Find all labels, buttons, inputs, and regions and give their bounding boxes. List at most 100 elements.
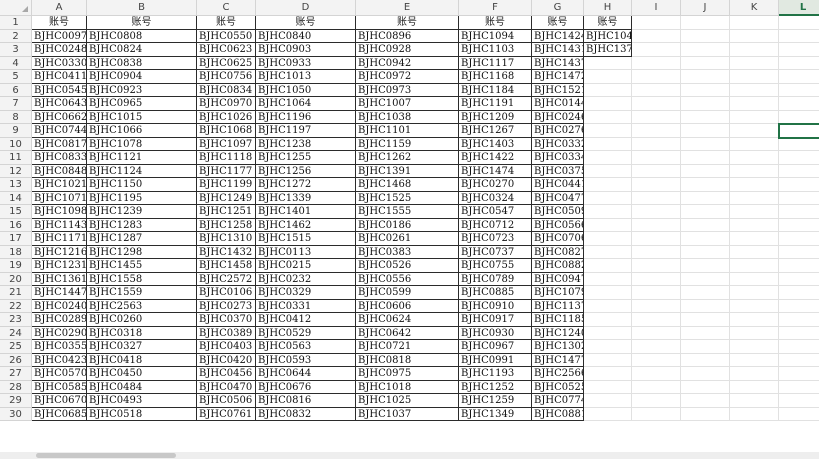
cell[interactable] [584,218,632,232]
cell[interactable] [584,299,632,313]
cell[interactable]: BJHC0848 [32,164,87,178]
cell[interactable]: BJHC0975 [356,367,459,381]
row-header-26[interactable]: 26 [0,353,32,367]
row-header-13[interactable]: 13 [0,178,32,192]
cell[interactable] [632,218,681,232]
cell[interactable]: BJHC0260 [87,313,197,327]
cell[interactable] [632,29,681,43]
cell[interactable]: BJHC1094 [459,29,532,43]
cell[interactable]: BJHC1339 [256,191,356,205]
cell[interactable]: BJHC0832 [256,407,356,421]
cell[interactable]: BJHC1199 [197,178,256,192]
cell[interactable]: BJHC0545 [32,83,87,97]
cell[interactable]: BJHC0965 [87,97,197,111]
cell[interactable] [584,380,632,394]
cell[interactable] [632,407,681,421]
cell[interactable] [632,43,681,57]
cell[interactable]: BJHC1184 [459,83,532,97]
cell[interactable]: BJHC0942 [356,56,459,70]
cell[interactable]: BJHC1018 [356,380,459,394]
cell[interactable]: BJHC0789 [459,272,532,286]
cell[interactable]: BJHC0370 [197,313,256,327]
cell[interactable] [632,353,681,367]
cell[interactable] [584,232,632,246]
cell[interactable]: BJHC1515 [256,232,356,246]
cell[interactable]: BJHC1437 [532,56,584,70]
cell[interactable] [779,219,819,232]
header-cell[interactable]: 账号 [32,16,87,30]
cell[interactable]: BJHC1159 [356,137,459,151]
column-header-d[interactable]: D [256,0,356,16]
cell[interactable]: BJHC1256 [256,164,356,178]
cell[interactable] [730,353,779,367]
cell[interactable]: BJHC1021 [32,178,87,192]
cell[interactable]: BJHC1026 [197,110,256,124]
cell[interactable]: BJHC1171 [32,232,87,246]
row-header-22[interactable]: 22 [0,299,32,313]
cell[interactable] [681,70,730,84]
cell[interactable] [779,70,819,84]
cell[interactable] [584,286,632,300]
cell[interactable]: BJHC1071 [32,191,87,205]
cell[interactable]: BJHC1191 [459,97,532,111]
cell[interactable] [681,16,730,30]
cell[interactable]: BJHC0383 [356,245,459,259]
cell[interactable]: BJHC0644 [256,367,356,381]
cell[interactable]: BJHC0418 [87,353,197,367]
cell[interactable]: BJHC0712 [459,218,532,232]
cell[interactable]: BJHC1403 [459,137,532,151]
cell[interactable] [632,326,681,340]
cell[interactable]: BJHC0550 [197,29,256,43]
cell[interactable] [779,259,819,273]
cell[interactable]: BJHC1117 [459,56,532,70]
cell[interactable] [632,367,681,381]
cell[interactable]: BJHC0585 [32,380,87,394]
scrollbar-thumb[interactable] [36,453,176,458]
cell[interactable]: BJHC0506 [197,394,256,408]
row-header-12[interactable]: 12 [0,164,32,178]
header-cell[interactable]: 账号 [459,16,532,30]
row-header-11[interactable]: 11 [0,151,32,165]
cell[interactable]: BJHC1079 [532,286,584,300]
column-header-k[interactable]: K [730,0,779,16]
cell[interactable]: BJHC0420 [197,353,256,367]
cell[interactable]: BJHC0331 [256,299,356,313]
cell[interactable] [681,97,730,111]
cell[interactable]: BJHC1240 [532,326,584,340]
row-header-1[interactable]: 1 [0,16,32,30]
cell[interactable]: BJHC1185 [532,313,584,327]
cell[interactable]: BJHC1193 [459,367,532,381]
cell[interactable]: BJHC1101 [356,124,459,138]
cell[interactable]: BJHC0834 [197,83,256,97]
cell[interactable]: BJHC1258 [197,218,256,232]
header-cell[interactable]: 账号 [256,16,356,30]
cell[interactable] [632,380,681,394]
cell[interactable]: BJHC0972 [356,70,459,84]
cell[interactable] [584,340,632,354]
cell[interactable] [681,110,730,124]
row-header-20[interactable]: 20 [0,272,32,286]
column-header-g[interactable]: G [532,0,584,16]
cell[interactable]: BJHC0624 [356,313,459,327]
cell[interactable]: BJHC0270 [459,178,532,192]
cell[interactable]: BJHC0882 [532,259,584,273]
cell[interactable]: BJHC1255 [256,151,356,165]
cell[interactable] [779,165,819,178]
cell[interactable] [681,394,730,408]
cell[interactable] [584,164,632,178]
cell[interactable] [730,124,779,138]
cell[interactable] [632,110,681,124]
cell[interactable] [779,151,819,165]
cell[interactable] [681,191,730,205]
cell[interactable]: BJHC1195 [87,191,197,205]
cell[interactable]: BJHC1361 [32,272,87,286]
row-header-14[interactable]: 14 [0,191,32,205]
cell[interactable]: BJHC1177 [197,164,256,178]
cell[interactable]: BJHC1196 [256,110,356,124]
cell[interactable] [681,56,730,70]
row-header-7[interactable]: 7 [0,97,32,111]
cell[interactable]: BJHC1432 [197,245,256,259]
cell[interactable]: BJHC2563 [87,299,197,313]
cell[interactable]: BJHC0723 [459,232,532,246]
cell[interactable]: BJHC1468 [356,178,459,192]
